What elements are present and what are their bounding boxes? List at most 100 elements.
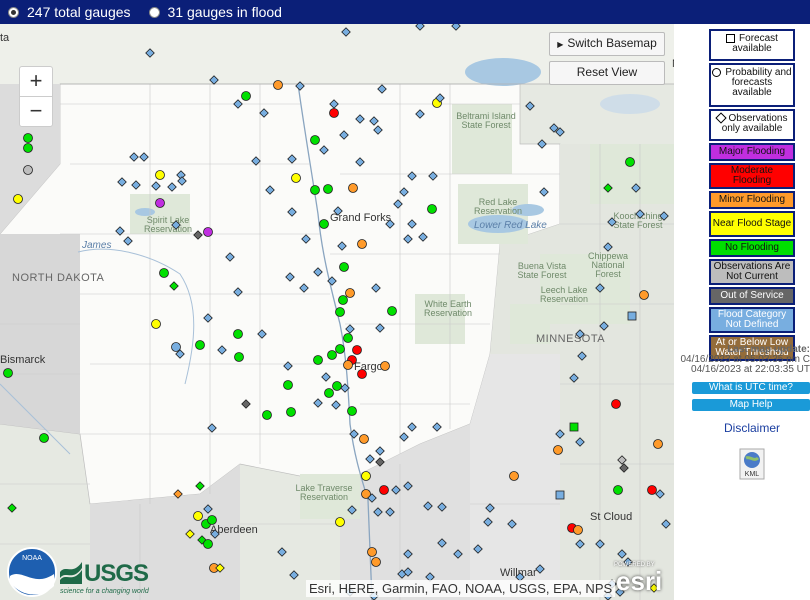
gauge-marker[interactable] [283,380,293,390]
gauge-marker[interactable] [355,157,365,167]
gauge-marker[interactable] [617,455,627,465]
gauge-marker[interactable] [289,570,299,580]
zoom-in-button[interactable]: + [20,67,52,97]
gauge-marker[interactable] [427,204,437,214]
gauge-marker[interactable] [391,485,401,495]
gauge-marker[interactable] [23,133,33,143]
gauge-marker[interactable] [655,489,665,499]
gauge-marker[interactable] [595,283,605,293]
gauge-marker[interactable] [209,75,219,85]
gauge-marker[interactable] [339,130,349,140]
gauge-marker[interactable] [171,220,181,230]
gauge-marker[interactable] [437,538,447,548]
gauge-marker[interactable] [403,234,413,244]
gauge-marker[interactable] [195,340,205,350]
gauge-marker[interactable] [151,181,161,191]
gauge-marker[interactable] [535,564,545,574]
gauge-marker[interactable] [539,187,549,197]
gauge-marker[interactable] [407,171,417,181]
gauge-marker[interactable] [23,165,33,175]
gauge-marker[interactable] [375,446,385,456]
gauge-marker[interactable] [155,198,165,208]
gauge-marker[interactable] [393,199,403,209]
gauge-marker[interactable] [555,490,565,500]
gauge-marker[interactable] [525,101,535,111]
gauge-marker[interactable] [233,99,243,109]
gauge-marker[interactable] [661,519,671,529]
gauge-marker[interactable] [277,547,287,557]
gauge-marker[interactable] [210,529,220,539]
gauge-marker[interactable] [169,281,179,291]
gauge-marker[interactable] [423,501,433,511]
utc-time-button[interactable]: What is UTC time? [692,382,810,394]
gauge-marker[interactable] [659,211,669,221]
gauge-marker[interactable] [407,219,417,229]
gauge-marker[interactable] [573,525,583,535]
gauge-marker[interactable] [299,283,309,293]
gauge-marker[interactable] [173,489,183,499]
gauge-marker[interactable] [451,24,461,31]
gauge-marker[interactable] [286,407,296,417]
gauge-marker[interactable] [371,283,381,293]
gauge-marker[interactable] [339,262,349,272]
gauge-marker[interactable] [203,313,213,323]
gauge-marker[interactable] [332,381,342,391]
gauge-marker[interactable] [203,227,213,237]
gauge-marker[interactable] [310,135,320,145]
gauge-marker[interactable] [603,242,613,252]
gauge-marker[interactable] [193,511,203,521]
gauge-marker[interactable] [603,183,613,193]
gauge-marker[interactable] [195,481,205,491]
gauge-marker[interactable] [569,422,579,432]
gauge-marker[interactable] [234,352,244,362]
gauge-marker[interactable] [177,176,187,186]
gauge-marker[interactable] [569,373,579,383]
gauge-marker[interactable] [338,295,348,305]
gauge-marker[interactable] [319,219,329,229]
gauge-marker[interactable] [625,157,635,167]
gauge-marker[interactable] [233,329,243,339]
gauge-marker[interactable] [619,463,629,473]
disclaimer-link[interactable]: Disclaimer [724,421,780,435]
gauge-marker[interactable] [647,485,657,495]
gauge-marker[interactable] [599,321,609,331]
gauge-marker[interactable] [259,108,269,118]
gauge-marker[interactable] [611,399,621,409]
gauge-marker[interactable] [361,471,371,481]
gauge-marker[interactable] [151,319,161,329]
gauge-marker[interactable] [193,230,203,240]
gauge-marker[interactable] [348,183,358,193]
gauge-marker[interactable] [555,429,565,439]
gauge-marker[interactable] [3,368,13,378]
gauge-marker[interactable] [241,91,251,101]
gauge-marker[interactable] [473,544,483,554]
gauge-marker[interactable] [327,276,337,286]
gauge-marker[interactable] [607,217,617,227]
gauge-marker[interactable] [403,549,413,559]
gauge-marker[interactable] [617,549,627,559]
gauge-marker[interactable] [145,48,155,58]
gauge-marker[interactable] [635,209,645,219]
gauge-marker[interactable] [385,219,395,229]
gauge-marker[interactable] [349,429,359,439]
gauge-marker[interactable] [407,422,417,432]
gauge-marker[interactable] [595,539,605,549]
gauge-marker[interactable] [387,306,397,316]
gauge-marker[interactable] [207,423,217,433]
gauge-marker[interactable] [117,177,127,187]
gauge-marker[interactable] [380,361,390,371]
gauge-marker[interactable] [418,232,428,242]
gauge-markers[interactable] [0,24,674,600]
gauge-marker[interactable] [129,152,139,162]
gauge-marker[interactable] [217,345,227,355]
gauge-marker[interactable] [207,515,217,525]
gauge-marker[interactable] [357,369,367,379]
gauge-marker[interactable] [399,187,409,197]
gauge-marker[interactable] [631,183,641,193]
total-gauges-radio[interactable] [8,6,19,18]
gauge-marker[interactable] [373,507,383,517]
gauge-marker[interactable] [385,507,395,517]
gauge-marker[interactable] [203,539,213,549]
gauge-marker[interactable] [352,345,362,355]
map-help-button[interactable]: Map Help [692,399,810,411]
